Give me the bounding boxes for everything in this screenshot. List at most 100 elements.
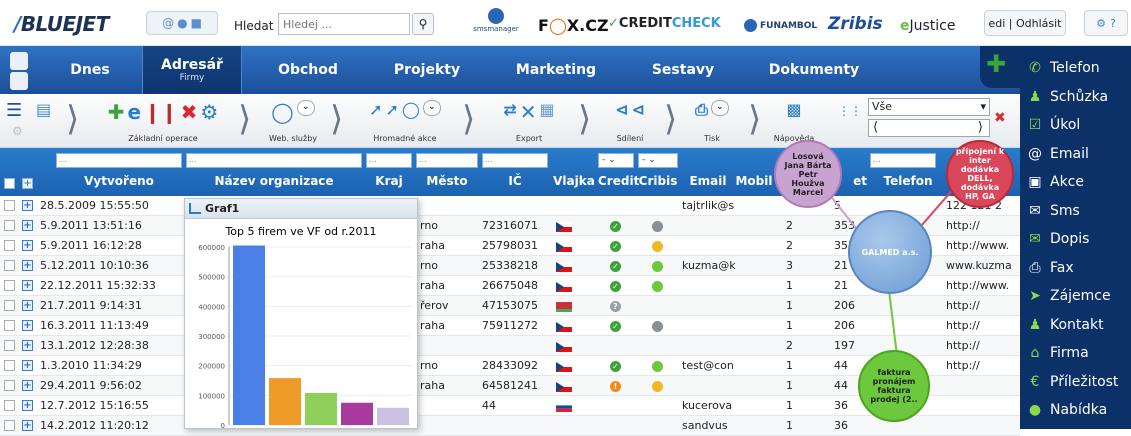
share-multi-icon[interactable]: ⊲: [632, 100, 645, 119]
mindmap-invoices-node[interactable]: faktura pronájem faktura prodej (2..: [858, 350, 930, 422]
creditcheck-logo[interactable]: ✓CREDITCHECK: [608, 16, 721, 31]
filter-cribis[interactable]: - ⌄: [638, 153, 678, 168]
expand-row-icon[interactable]: +: [22, 320, 33, 331]
col-created[interactable]: Vytvořeno: [56, 174, 182, 194]
panel-item-2[interactable]: ☑ Úkol: [1026, 112, 1081, 138]
window-icon[interactable]: [10, 52, 28, 70]
expand-row-icon[interactable]: +: [22, 360, 33, 371]
fox-logo[interactable]: F◯X.CZ: [538, 16, 609, 35]
gear-icon[interactable]: ⚙: [200, 100, 218, 124]
panel-item-11[interactable]: € Příležitost: [1026, 369, 1119, 395]
row-checkbox[interactable]: [4, 200, 15, 211]
expand-row-icon[interactable]: +: [22, 300, 33, 311]
smsmanager-logo[interactable]: smsmanager: [466, 8, 526, 33]
bulk-assign-icon[interactable]: ➚: [386, 100, 399, 119]
row-checkbox[interactable]: [4, 400, 15, 411]
row-checkbox[interactable]: [4, 260, 15, 271]
email-cell[interactable]: sandvus: [682, 419, 728, 432]
delete-icon[interactable]: ✖: [181, 100, 198, 124]
email-cell[interactable]: kucerova: [682, 399, 732, 412]
row-checkbox[interactable]: [4, 220, 15, 231]
close-export-icon[interactable]: ✕: [520, 100, 537, 124]
bulk-check-icon[interactable]: ◯: [402, 100, 420, 119]
menu-sestavy[interactable]: Sestavy: [628, 46, 738, 94]
bar-3[interactable]: [341, 402, 373, 425]
edit-icon[interactable]: e: [127, 100, 141, 124]
menu-marketing[interactable]: Marketing: [500, 46, 612, 94]
panel-item-1[interactable]: ♟ Schůzka: [1026, 84, 1108, 110]
panel-item-4[interactable]: ▣ Akce: [1026, 169, 1084, 195]
bar-2[interactable]: [305, 392, 337, 425]
col-flag[interactable]: Vlajka: [552, 174, 596, 194]
swap-icon[interactable]: ⇄: [503, 100, 516, 124]
panel-item-0[interactable]: ✆ Telefon: [1026, 55, 1100, 81]
chevron-down-icon[interactable]: ⌄: [710, 100, 729, 116]
share-icon[interactable]: ⊲: [615, 100, 628, 119]
bar-0[interactable]: [233, 245, 265, 425]
mindmap-center-node[interactable]: GALMED a.s.: [848, 210, 932, 294]
col-city[interactable]: Město: [416, 174, 478, 194]
bar-1[interactable]: [269, 378, 301, 425]
search-input[interactable]: [278, 13, 410, 35]
row-checkbox[interactable]: [4, 280, 15, 291]
chat-icon[interactable]: ■: [191, 16, 202, 30]
at-icon[interactable]: @: [162, 16, 174, 30]
col-email[interactable]: Email: [682, 174, 734, 194]
expand-row-icon[interactable]: +: [22, 220, 33, 231]
panel-item-12[interactable]: ● Nabídka: [1026, 397, 1107, 423]
settings-group[interactable]: ⚙ ?: [1084, 10, 1128, 36]
expand-row-icon[interactable]: +: [22, 240, 33, 251]
zribis-logo[interactable]: Zribis: [828, 14, 883, 34]
filter-created[interactable]: ...: [56, 153, 182, 168]
expand-row-icon[interactable]: +: [22, 200, 33, 211]
row-checkbox[interactable]: [4, 360, 15, 371]
filter-name[interactable]: ...: [186, 153, 362, 168]
panel-item-3[interactable]: @ Email: [1026, 141, 1089, 167]
row-checkbox[interactable]: [4, 340, 15, 351]
expand-row-icon[interactable]: +: [22, 340, 33, 351]
notifications-group[interactable]: @ ● ■: [146, 11, 218, 35]
email-cell[interactable]: test@con: [682, 359, 734, 372]
bar-4[interactable]: [377, 407, 409, 425]
filter-city[interactable]: ...: [416, 153, 478, 168]
menu-obchod[interactable]: Obchod: [256, 46, 360, 94]
mindmap-deals-node[interactable]: připojení k inter dodávka DELL, dodávka …: [946, 140, 1014, 208]
panel-item-9[interactable]: ♟ Kontakt: [1026, 312, 1104, 338]
menu-dokumenty[interactable]: Dokumenty: [752, 46, 876, 94]
funambol-logo[interactable]: FUNAMBOL: [744, 19, 817, 32]
expand-row-icon[interactable]: +: [22, 280, 33, 291]
filter-ic[interactable]: ...: [482, 153, 548, 168]
card-view-icon[interactable]: ▤: [36, 100, 51, 119]
panel-item-6[interactable]: ✉ Dopis: [1026, 226, 1089, 252]
search-icon[interactable]: ⚲: [412, 13, 434, 35]
mindmap-contacts-node[interactable]: Losová Jana Bárta Petr Houžva Marcel: [774, 140, 842, 208]
menu-dnes[interactable]: Dnes: [40, 46, 140, 94]
filter-region[interactable]: ...: [366, 153, 412, 168]
filter-select[interactable]: Vše ▾: [868, 98, 990, 116]
col-region[interactable]: Kraj: [366, 174, 412, 194]
expand-all-icon[interactable]: +: [22, 178, 33, 189]
row-checkbox[interactable]: [4, 320, 15, 331]
film-icon[interactable]: ▩: [786, 100, 801, 119]
menu-toggle[interactable]: [6, 50, 34, 90]
col-cribis[interactable]: Cribis: [638, 174, 678, 194]
bluejet-logo[interactable]: /BLUEJET: [14, 12, 109, 36]
email-cell[interactable]: tajtrlik@s: [682, 199, 734, 212]
settings-small-icon[interactable]: ⚙: [12, 124, 23, 138]
menu-projekty[interactable]: Projekty: [372, 46, 482, 94]
panel-item-10[interactable]: ⌂ Firma: [1026, 340, 1089, 366]
expand-row-icon[interactable]: +: [22, 260, 33, 271]
bulk-edit-icon[interactable]: ➚: [369, 100, 382, 119]
printer-icon[interactable]: ⎙: [695, 100, 708, 120]
col-name[interactable]: Název organizace: [186, 174, 362, 194]
row-checkbox[interactable]: [4, 300, 15, 311]
col-ic[interactable]: IČ: [482, 174, 548, 194]
bell-icon[interactable]: ●: [177, 16, 187, 30]
spreadsheet-icon[interactable]: ▦: [540, 100, 555, 124]
expand-row-icon[interactable]: +: [22, 400, 33, 411]
menu-adresar[interactable]: Adresář Firmy: [142, 46, 242, 94]
expand-row-icon[interactable]: +: [22, 380, 33, 391]
pause-icon[interactable]: ❙❙: [144, 100, 178, 124]
globe-icon[interactable]: ◯: [271, 100, 293, 124]
columns-icon[interactable]: ⋮⋮: [838, 104, 862, 118]
